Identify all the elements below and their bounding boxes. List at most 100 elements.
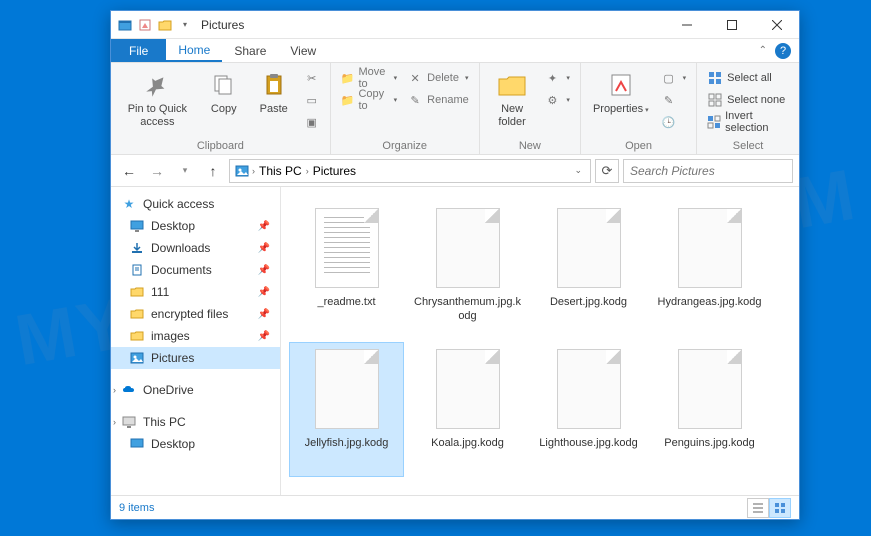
content-pane[interactable]: _readme.txt Chrysanthemum.jpg.kodgDesert.… <box>281 187 799 495</box>
nav-desktop-pc[interactable]: Desktop <box>111 433 280 455</box>
file-icon <box>674 346 746 432</box>
pin-quick-access-button[interactable]: Pin to Quick access <box>117 67 198 131</box>
file-label: Penguins.jpg.kodg <box>664 436 755 450</box>
up-button[interactable]: ↑ <box>201 159 225 183</box>
search-input[interactable] <box>630 164 786 178</box>
file-item[interactable]: Desert.jpg.kodg <box>531 201 646 336</box>
delete-button[interactable]: ✕Delete▾ <box>403 67 473 89</box>
help-icon[interactable]: ? <box>775 43 791 59</box>
qat-properties-icon[interactable] <box>137 17 153 33</box>
forward-button[interactable]: → <box>145 159 169 183</box>
rename-button[interactable]: ✎Rename <box>403 89 473 111</box>
file-item[interactable]: _readme.txt <box>289 201 404 336</box>
delete-icon: ✕ <box>407 70 423 86</box>
documents-icon <box>129 262 145 278</box>
breadcrumb-pictures[interactable]: Pictures <box>311 164 358 178</box>
nav-quick-access[interactable]: ★ Quick access <box>111 193 280 215</box>
properties-button[interactable]: Properties▾ <box>587 67 655 118</box>
back-button[interactable]: ← <box>117 159 141 183</box>
pin-icon: 📌 <box>258 243 270 254</box>
invert-selection-button[interactable]: Invert selection <box>703 111 793 133</box>
paste-button[interactable]: Paste <box>250 67 298 118</box>
file-item[interactable]: Lighthouse.jpg.kodg <box>531 342 646 477</box>
nav-this-pc[interactable]: › This PC <box>111 411 280 433</box>
tab-home[interactable]: Home <box>166 39 222 62</box>
invert-icon <box>707 114 721 130</box>
file-item[interactable]: Penguins.jpg.kodg <box>652 342 767 477</box>
nav-item-label: images <box>151 329 190 343</box>
star-icon: ★ <box>121 196 137 212</box>
file-item[interactable]: Jellyfish.jpg.kodg <box>289 342 404 477</box>
group-label-select: Select <box>703 138 793 152</box>
search-box[interactable] <box>623 159 793 183</box>
rename-icon: ✎ <box>407 92 423 108</box>
file-item[interactable]: Chrysanthemum.jpg.kodg <box>410 201 525 336</box>
titlebar: ▾ Pictures <box>111 11 799 39</box>
nav-item-documents[interactable]: Documents📌 <box>111 259 280 281</box>
new-folder-button[interactable]: New folder <box>486 67 539 131</box>
nav-pane[interactable]: ★ Quick access Desktop📌Downloads📌Documen… <box>111 187 281 495</box>
qat: ▾ <box>111 17 193 33</box>
nav-item-downloads[interactable]: Downloads 📌 <box>111 237 280 259</box>
file-item[interactable]: Koala.jpg.kodg <box>410 342 525 477</box>
breadcrumb[interactable]: › This PC › Pictures ⌄ <box>229 159 591 183</box>
details-view-button[interactable] <box>747 498 769 518</box>
move-icon: 📁 <box>341 70 355 86</box>
icons-view-button[interactable] <box>769 498 791 518</box>
maximize-button[interactable] <box>709 11 754 39</box>
move-to-button[interactable]: 📁Move to▾ <box>337 67 401 89</box>
breadcrumb-dropdown[interactable]: ⌄ <box>570 165 586 176</box>
copy-path-icon: ▭ <box>304 92 320 108</box>
qat-folder-icon[interactable] <box>157 17 173 33</box>
copy-path-button[interactable]: ▭ <box>300 89 324 111</box>
qat-dropdown[interactable]: ▾ <box>177 17 193 33</box>
desktop-icon <box>129 436 145 452</box>
tab-view[interactable]: View <box>278 39 328 62</box>
folder-icon <box>129 284 145 300</box>
ribbon-group-select: Select all Select none Invert selection … <box>697 63 799 154</box>
copy-button[interactable]: Copy <box>200 67 248 118</box>
open-button[interactable]: ▢▾ <box>657 67 691 89</box>
ribbon: Pin to Quick access Copy Paste ✂ ▭ ▣ Cli… <box>111 63 799 155</box>
nav-item-pictures[interactable]: Pictures <box>111 347 280 369</box>
file-icon <box>553 205 625 291</box>
folder-icon <box>129 328 145 344</box>
folder-icon <box>129 306 145 322</box>
new-item-button[interactable]: ✦▾ <box>540 67 574 89</box>
copy-to-button[interactable]: 📁Copy to▾ <box>337 89 401 111</box>
history-button[interactable]: 🕒 <box>657 111 691 133</box>
breadcrumb-this-pc[interactable]: This PC <box>257 164 304 178</box>
pin-icon: 📌 <box>258 221 270 232</box>
minimize-button[interactable] <box>664 11 709 39</box>
nav-item-desktop[interactable]: Desktop📌 <box>111 215 280 237</box>
addressbar: ← → ▾ ↑ › This PC › Pictures ⌄ ⟳ <box>111 155 799 187</box>
item-count: 9 items <box>119 502 154 514</box>
paste-shortcut-button[interactable]: ▣ <box>300 111 324 133</box>
nav-item-label: Pictures <box>151 351 194 365</box>
file-label: _readme.txt <box>317 295 375 309</box>
cut-button[interactable]: ✂ <box>300 67 324 89</box>
ribbon-collapse-icon[interactable]: ⌃ <box>759 45 767 56</box>
nav-item-111[interactable]: 111📌 <box>111 281 280 303</box>
ribbon-group-open: Properties▾ ▢▾ ✎ 🕒 Open <box>581 63 697 154</box>
close-button[interactable] <box>754 11 799 39</box>
nav-onedrive[interactable]: › OneDrive <box>111 379 280 401</box>
file-tab[interactable]: File <box>111 39 166 62</box>
history-icon: 🕒 <box>661 114 677 130</box>
nav-item-label: Downloads <box>151 241 210 255</box>
nav-item-encrypted-files[interactable]: encrypted files📌 <box>111 303 280 325</box>
edit-button[interactable]: ✎ <box>657 89 691 111</box>
file-item[interactable]: Hydrangeas.jpg.kodg <box>652 201 767 336</box>
select-all-button[interactable]: Select all <box>703 67 793 89</box>
recent-locations-button[interactable]: ▾ <box>173 159 197 183</box>
file-icon <box>432 346 504 432</box>
select-none-button[interactable]: Select none <box>703 89 793 111</box>
refresh-button[interactable]: ⟳ <box>595 159 619 183</box>
downloads-icon <box>129 240 145 256</box>
easy-access-button[interactable]: ⚙▾ <box>540 89 574 111</box>
tab-share[interactable]: Share <box>222 39 278 62</box>
select-none-icon <box>707 92 723 108</box>
nav-item-images[interactable]: images📌 <box>111 325 280 347</box>
pin-icon: 📌 <box>258 265 270 276</box>
nav-item-label: encrypted files <box>151 307 228 321</box>
